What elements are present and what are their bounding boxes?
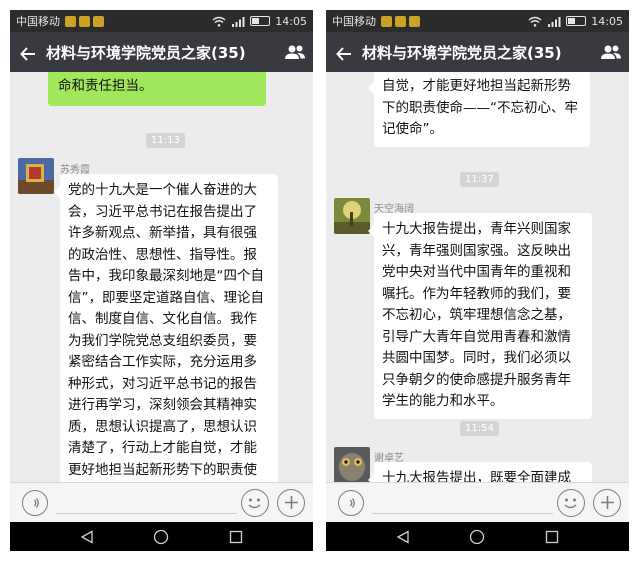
battery-icon (566, 16, 587, 26)
avatar-image (334, 447, 370, 482)
chat-title: 材料与环境学院党员之家(35) (46, 43, 246, 62)
input-bar (326, 482, 629, 522)
notification-icon (79, 15, 90, 27)
group-members-button[interactable] (593, 32, 629, 72)
input-bar (10, 482, 313, 522)
wifi-icon (212, 16, 226, 27)
message-input[interactable] (56, 513, 237, 514)
chat-title-bar: 材料与环境学院党员之家(35) (326, 32, 629, 72)
nav-recent-button[interactable] (227, 528, 245, 546)
message-text: 自觉，才能更好地担当起新形势下的职责使命——“不忘初心、牢记使命”。 (382, 78, 578, 137)
timestamp: 11:37 (460, 172, 499, 187)
plus-icon (284, 496, 298, 509)
timestamp: 11:54 (460, 421, 499, 436)
status-bar: 中国移动 14:05 (326, 10, 629, 32)
nav-home-button[interactable] (468, 528, 486, 546)
group-members-icon (601, 45, 621, 59)
message-bubble[interactable]: 十九大报告提出，既要全面建成小 (368, 462, 592, 482)
chat-area[interactable]: 命和责任担当。 11:13 苏秀霞 党的十九大是一个催人奋进的大会，习近平总书记… (10, 72, 313, 482)
voice-icon (31, 498, 39, 508)
chat-area[interactable]: 自觉，才能更好地担当起新形势下的职责使命——“不忘初心、牢记使命”。 11:37… (326, 72, 629, 482)
plus-button[interactable] (277, 489, 305, 517)
nav-back-button[interactable] (394, 528, 412, 546)
avatar-image (18, 158, 54, 194)
message-bubble[interactable]: 自觉，才能更好地担当起新形势下的职责使命——“不忘初心、牢记使命”。 (368, 72, 590, 147)
emoji-button[interactable] (241, 489, 269, 517)
emoji-icon (564, 498, 577, 509)
nav-home-button[interactable] (152, 528, 170, 546)
status-time: 14:05 (275, 14, 307, 28)
message-text: 命和责任担当。 (58, 78, 153, 94)
emoji-button[interactable] (557, 489, 585, 517)
carrier-label: 中国移动 (16, 15, 60, 28)
notification-badges (381, 15, 420, 27)
avatar[interactable] (334, 447, 370, 482)
message-bubble[interactable]: 十九大报告提出，青年兴则国家兴，青年强则国家强。这反映出党中央对当代中国青年的重… (368, 213, 592, 419)
back-button[interactable] (326, 32, 362, 72)
voice-button[interactable] (338, 490, 364, 516)
back-arrow-icon (336, 46, 351, 61)
message-input[interactable] (372, 513, 553, 514)
nav-home-icon (470, 529, 485, 544)
phone-screen-right: 中国移动 14:05 材料与环境学院党员之家(35) 自觉，才能更好地担当起新形… (326, 10, 629, 551)
status-time: 14:05 (591, 14, 623, 28)
battery-icon (250, 16, 271, 26)
notification-icon (409, 15, 420, 27)
emoji-icon (248, 498, 261, 509)
android-nav-bar (10, 522, 313, 551)
phone-screen-left: 中国移动 14:05 材料与环境学院党员之家(35) 命和责任担当。 11:13… (10, 10, 313, 551)
voice-icon (347, 498, 355, 508)
chat-title: 材料与环境学院党员之家(35) (362, 43, 562, 62)
message-text: 十九大报告提出，既要全面建成小 (382, 470, 571, 482)
message-bubble[interactable]: 党的十九大是一个催人奋进的大会，习近平总书记在报告提出了许多新观点、新举措，具有… (54, 174, 278, 482)
timestamp: 11:13 (146, 133, 185, 148)
wifi-icon (528, 16, 542, 27)
notification-icon (93, 15, 104, 27)
message-text: 十九大报告提出，青年兴则国家兴，青年强则国家强。这反映出党中央对当代中国青年的重… (382, 221, 571, 409)
carrier-label: 中国移动 (332, 15, 376, 28)
notification-badges (65, 15, 104, 27)
chat-title-bar: 材料与环境学院党员之家(35) (10, 32, 313, 72)
nav-home-icon (154, 529, 169, 544)
plus-icon (600, 496, 614, 509)
notification-icon (381, 15, 392, 27)
nav-recent-icon (229, 530, 242, 543)
status-bar: 中国移动 14:05 (10, 10, 313, 32)
back-arrow-icon (20, 46, 35, 61)
back-button[interactable] (10, 32, 46, 72)
nav-back-icon (396, 529, 409, 544)
notification-icon (395, 15, 406, 27)
self-message-bubble[interactable]: 命和责任担当。 (48, 72, 266, 106)
voice-button[interactable] (22, 490, 48, 516)
nav-recent-button[interactable] (543, 528, 561, 546)
nav-back-button[interactable] (78, 528, 96, 546)
group-members-icon (285, 45, 305, 59)
android-nav-bar (326, 522, 629, 551)
nav-recent-icon (545, 530, 558, 543)
avatar[interactable] (334, 198, 370, 234)
signal-icon (232, 16, 245, 27)
group-members-button[interactable] (277, 32, 313, 72)
plus-button[interactable] (593, 489, 621, 517)
notification-icon (65, 15, 76, 27)
nav-back-icon (80, 529, 93, 544)
avatar[interactable] (18, 158, 54, 194)
message-text: 党的十九大是一个催人奋进的大会，习近平总书记在报告提出了许多新观点、新举措，具有… (68, 182, 264, 478)
avatar-image (334, 198, 370, 234)
signal-icon (548, 16, 561, 27)
